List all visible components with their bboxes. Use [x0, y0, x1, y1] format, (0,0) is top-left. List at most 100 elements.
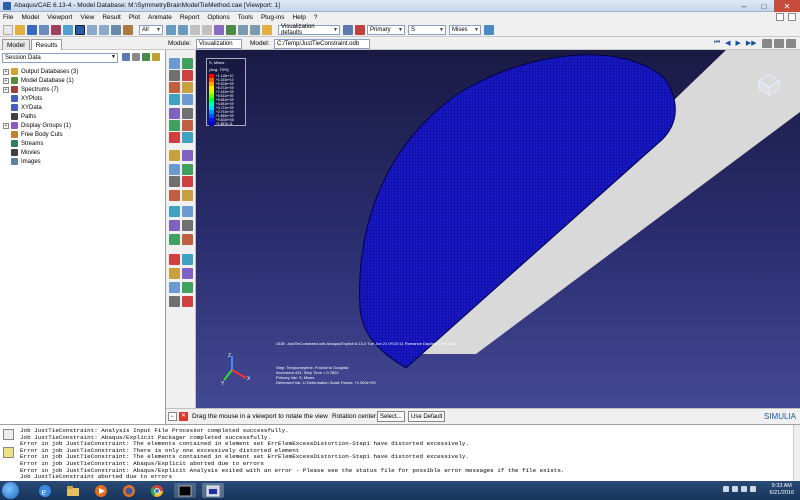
plot-undeformed-icon[interactable] — [169, 58, 180, 69]
internet-explorer-icon[interactable]: e — [34, 483, 56, 498]
print-icon[interactable] — [51, 24, 61, 35]
tree-refresh-icon[interactable] — [142, 53, 150, 61]
shaded-icon[interactable] — [238, 24, 248, 35]
activate-view-cut-icon[interactable] — [169, 206, 180, 217]
animate-time-history-icon[interactable] — [169, 132, 180, 143]
tree-item[interactable]: Images — [3, 157, 78, 166]
message-area-icon[interactable] — [3, 429, 14, 440]
expand-toggle-icon[interactable]: + — [3, 86, 9, 93]
wireframe-icon[interactable] — [250, 24, 260, 35]
menu-report[interactable]: Report — [180, 14, 200, 21]
tree-item[interactable]: Streams — [3, 139, 78, 148]
tree-item[interactable]: + Output Databases (3) — [3, 67, 78, 76]
tab-model[interactable]: Model — [2, 39, 30, 50]
variable-select[interactable]: S ▼ — [408, 24, 446, 35]
menu-plot[interactable]: Plot — [129, 14, 140, 21]
command-prompt-icon[interactable] — [174, 483, 196, 498]
section-points-icon[interactable] — [169, 282, 180, 293]
report-field-output-icon[interactable] — [182, 164, 193, 175]
plot-material-orientations-icon[interactable] — [169, 82, 180, 93]
zoom-box-icon[interactable] — [99, 24, 109, 35]
plot-stress-icon[interactable] — [182, 220, 193, 231]
new-file-icon[interactable] — [3, 24, 13, 35]
clock[interactable]: 9:33 AM 6/21/2016 — [770, 483, 794, 497]
plot-symbols-icon[interactable] — [182, 70, 193, 81]
media-player-icon[interactable] — [90, 483, 112, 498]
viewport[interactable]: S, Mises (Avg: 75%) +1.116e+10 +1.023e+10… — [196, 50, 800, 408]
camera-icon[interactable] — [774, 39, 784, 48]
python-console-icon[interactable] — [3, 447, 14, 458]
open-odb-icon[interactable] — [39, 24, 49, 35]
view-cube-icon[interactable] — [758, 74, 780, 96]
close-viewport-icon[interactable] — [788, 13, 796, 21]
file-explorer-icon[interactable] — [62, 483, 84, 498]
tree-expand-icon[interactable] — [132, 53, 140, 61]
menu-plugins[interactable]: Plug-ins — [261, 14, 284, 21]
plot-deformed-icon[interactable] — [182, 58, 193, 69]
tree-item[interactable]: Free Body Cuts — [3, 130, 78, 139]
free-body-icon[interactable] — [182, 282, 193, 293]
restore-viewport-icon[interactable] — [776, 13, 784, 21]
query-icon[interactable] — [214, 24, 224, 35]
expand-toggle-icon[interactable]: + — [3, 122, 9, 129]
close-button[interactable]: ✕ — [774, 0, 800, 12]
module-select[interactable]: Visualization — [196, 39, 242, 49]
first-frame-icon[interactable]: ⏮ — [714, 39, 720, 47]
translucency-icon[interactable] — [169, 268, 180, 279]
cancel-icon[interactable]: ✕ — [179, 412, 188, 421]
query-probe-icon[interactable] — [169, 234, 180, 245]
odb-display-options-icon[interactable] — [169, 120, 180, 131]
abaqus-taskbar-icon[interactable] — [202, 483, 224, 498]
back-arrow-icon[interactable]: ← — [168, 412, 177, 421]
invariant-select[interactable]: Mises ▼ — [449, 24, 481, 35]
tree-item[interactable]: + Model Database (1) — [3, 76, 78, 85]
magnify-icon[interactable] — [87, 24, 97, 35]
play-icon[interactable]: ▶ — [736, 39, 741, 47]
image-options-icon[interactable] — [182, 254, 193, 265]
tree-item[interactable]: + Spectrums (7) — [3, 85, 78, 94]
create-xy-data-icon[interactable] — [169, 164, 180, 175]
animation-options-icon[interactable] — [169, 150, 180, 161]
rotate-icon[interactable] — [75, 24, 85, 35]
field-output-dialog-icon[interactable] — [484, 24, 494, 35]
selection-filter-select[interactable]: All ▼ — [139, 24, 163, 35]
minimize-button[interactable]: – — [734, 0, 754, 12]
animate-scale-icon[interactable] — [182, 120, 193, 131]
save-icon[interactable] — [27, 24, 37, 35]
view-cut-manager-icon[interactable] — [182, 190, 193, 201]
symbol-options-icon[interactable] — [182, 108, 193, 119]
ply-stack-icon[interactable] — [169, 296, 180, 307]
create-path-icon[interactable] — [182, 268, 193, 279]
create-display-group-icon[interactable] — [169, 176, 180, 187]
menu-options[interactable]: Options — [207, 14, 229, 21]
menu-help[interactable]: Help — [292, 14, 305, 21]
network-icon[interactable] — [732, 486, 738, 492]
plot-contours-icon[interactable] — [169, 70, 180, 81]
menu-animate[interactable]: Animate — [148, 14, 172, 21]
light-icon[interactable] — [262, 24, 272, 35]
field-output-icon[interactable] — [355, 24, 365, 35]
render-overlay-icon[interactable] — [182, 234, 193, 245]
redo-icon[interactable] — [202, 24, 212, 35]
path-manager-icon[interactable] — [169, 254, 180, 265]
remove-selected-icon[interactable] — [169, 190, 180, 201]
select-drag-icon[interactable] — [178, 24, 188, 35]
cycle-views-icon[interactable] — [123, 24, 133, 35]
menu-view[interactable]: View — [80, 14, 94, 21]
undo-icon[interactable] — [190, 24, 200, 35]
menu-tools[interactable]: Tools — [238, 14, 253, 21]
select-rotation-button[interactable]: Select... — [377, 411, 405, 422]
select-tool-icon[interactable] — [166, 24, 176, 35]
contour-options-icon[interactable] — [169, 108, 180, 119]
next-frame-icon[interactable]: ▶▶ — [746, 39, 757, 47]
measure-tool-icon[interactable] — [182, 296, 193, 307]
common-options-icon[interactable] — [182, 94, 193, 105]
pan-icon[interactable] — [63, 24, 73, 35]
tree-item[interactable]: + Display Groups (1) — [3, 121, 78, 130]
message-scrollbar[interactable] — [793, 425, 800, 482]
auto-fit-icon[interactable] — [111, 24, 121, 35]
model-select[interactable]: C:/Temp/JustTieConstraint.odb — [274, 39, 370, 49]
maximize-button[interactable]: □ — [754, 0, 774, 12]
expand-toggle-icon[interactable]: + — [3, 77, 9, 84]
render-style-icon[interactable] — [226, 24, 236, 35]
